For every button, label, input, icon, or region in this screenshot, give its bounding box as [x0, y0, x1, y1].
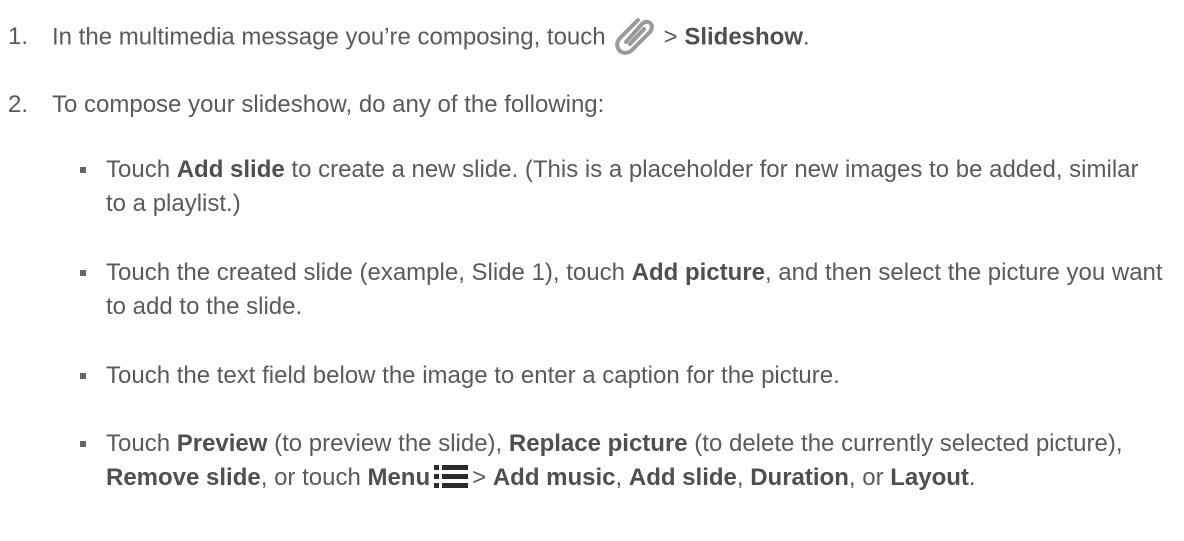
step-number: 1. — [8, 23, 29, 50]
bullet-text-part: , — [615, 464, 623, 491]
duration-label: Duration — [750, 464, 849, 491]
bullet-text-part: Touch — [106, 156, 171, 183]
step-1-prefix: In the multimedia message you’re composi… — [52, 23, 606, 51]
step-number: 2. — [8, 91, 29, 118]
add-slide-label: Add slide — [176, 156, 285, 183]
remove-slide-label: Remove slide — [106, 464, 261, 491]
preview-label: Preview — [176, 430, 268, 457]
bullet-text-part: , or touch — [260, 464, 361, 491]
bullet-text-part: (to preview the slide), — [274, 430, 503, 457]
menu-icon — [434, 464, 469, 488]
step-text: To compose your slideshow, do any of the… — [52, 91, 605, 118]
step-1-end: . — [803, 23, 810, 51]
paperclip-icon — [614, 18, 654, 55]
bullet-text: Touch Preview (to preview the slide), Re… — [106, 427, 1164, 495]
slideshow-label: Slideshow — [684, 23, 803, 51]
bullet-marker — [80, 270, 86, 276]
bullet-text-part: , or — [848, 464, 884, 491]
add-music-label: Add music — [492, 464, 616, 491]
bullet-text-part: , — [736, 464, 744, 491]
bullet-text-part: Touch the created slide (example, Slide … — [106, 259, 625, 286]
layout-label: Layout — [890, 464, 969, 491]
add-slide-label: Add slide — [628, 464, 737, 491]
bullet-text-part: Touch — [106, 430, 171, 457]
instruction-document: 1. In the multimedia message you’re comp… — [0, 0, 1184, 541]
bullet-text-part: > — [472, 464, 487, 491]
bullet-text: Touch the created slide (example, Slide … — [106, 256, 1164, 324]
bullet-marker — [80, 373, 86, 379]
replace-picture-label: Replace picture — [508, 430, 688, 457]
bullet-text: Touch Add slide to create a new slide. (… — [106, 153, 1164, 221]
add-picture-label: Add picture — [631, 259, 765, 286]
step-1-separator: > — [663, 23, 678, 51]
step-text: In the multimedia message you’re composi… — [52, 18, 1164, 56]
bullet-marker — [80, 441, 86, 447]
bullet-marker — [80, 167, 86, 173]
menu-label: Menu — [367, 464, 431, 491]
bullet-text-part: (to delete the currently selected pictur… — [694, 430, 1123, 457]
bullet-text: Touch the text field below the image to … — [106, 362, 840, 389]
bullet-text-part: . — [968, 464, 976, 491]
